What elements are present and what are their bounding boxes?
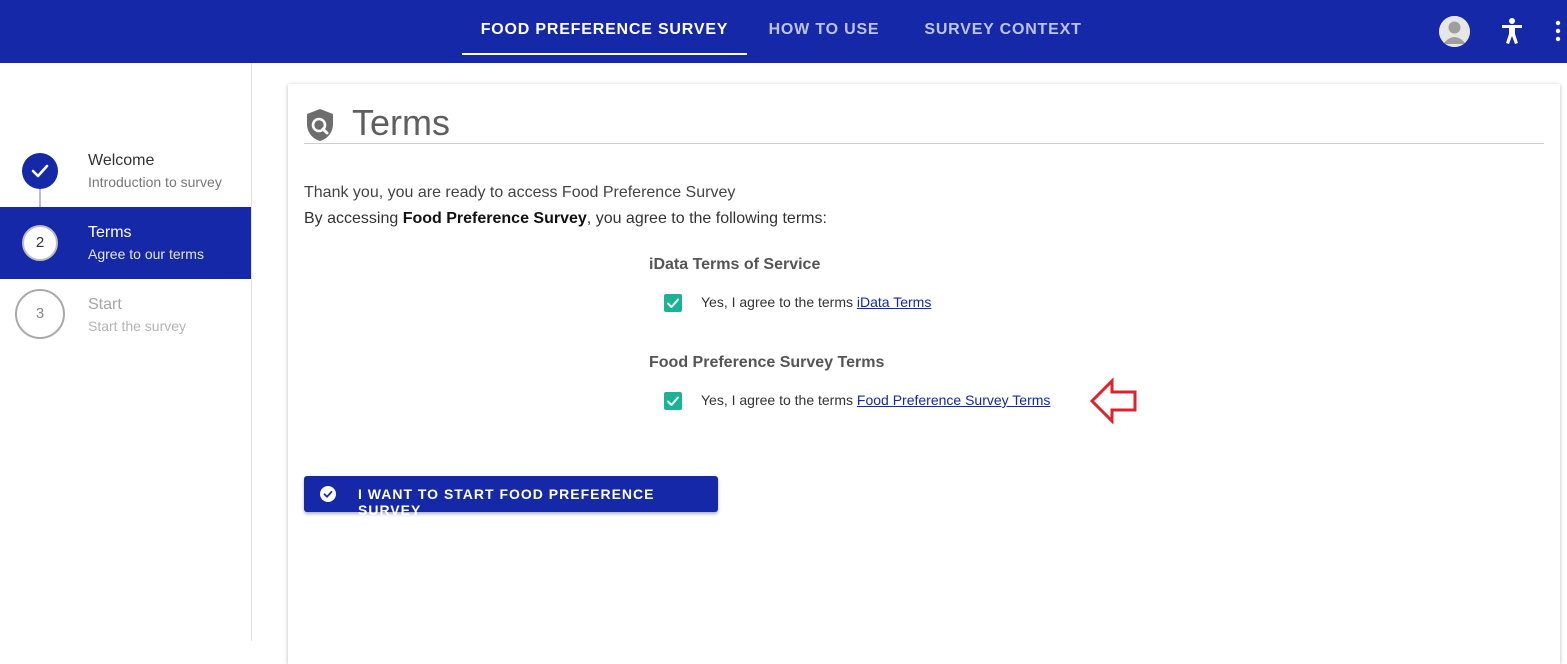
page-title: Terms: [352, 102, 450, 143]
tab-label: FOOD PREFERENCE SURVEY: [480, 21, 729, 38]
survey-name: Food Preference Survey: [402, 210, 587, 227]
tab-food-preference-survey[interactable]: FOOD PREFERENCE SURVEY: [462, 0, 747, 63]
idata-terms-link[interactable]: iData Terms: [857, 294, 931, 310]
active-tab-indicator: [462, 53, 747, 55]
agreement-prefix: By accessing: [304, 210, 403, 227]
checkbox-label-text: Yes, I agree to the terms: [701, 294, 857, 310]
stepper-sidebar: Welcome Introduction to survey 2 Terms A…: [0, 63, 252, 641]
tab-how-to-use[interactable]: HOW TO USE: [758, 0, 890, 63]
check-circle-icon: [320, 486, 336, 502]
checkbox-label-text: Yes, I agree to the terms: [701, 392, 857, 408]
step-subtitle: Start the survey: [88, 318, 187, 334]
accessibility-icon[interactable]: [1499, 17, 1525, 45]
survey-terms-checkbox[interactable]: [664, 392, 682, 410]
start-survey-button[interactable]: I WANT TO START FOOD PREFERENCE SURVEY: [304, 476, 718, 518]
survey-terms-link[interactable]: Food Preference Survey Terms: [857, 392, 1051, 408]
start-button-label: I WANT TO START FOOD PREFERENCE SURVEY: [358, 486, 655, 518]
step-welcome[interactable]: Welcome Introduction to survey: [0, 135, 251, 207]
idata-terms-checkbox[interactable]: [664, 294, 682, 312]
check-icon: [22, 153, 58, 189]
step-title: Start: [88, 296, 122, 313]
step-number: 2: [22, 225, 58, 261]
step-subtitle: Introduction to survey: [88, 174, 222, 190]
top-app-bar: FOOD PREFERENCE SURVEY HOW TO USE SURVEY…: [0, 0, 1567, 63]
check-icon: [667, 396, 679, 406]
shield-search-icon: [305, 108, 335, 142]
section-title-idata: iData Terms of Service: [649, 256, 821, 273]
section-title-survey: Food Preference Survey Terms: [649, 354, 885, 371]
tab-label: HOW TO USE: [768, 21, 880, 38]
idata-terms-label: Yes, I agree to the terms iData Terms: [701, 294, 931, 310]
check-icon: [667, 298, 679, 308]
avatar-icon[interactable]: [1439, 16, 1470, 47]
step-terms[interactable]: 2 Terms Agree to our terms: [0, 207, 251, 279]
step-title: Terms: [88, 224, 132, 241]
agreement-suffix: , you agree to the following terms:: [586, 210, 827, 227]
title-divider: [304, 143, 1544, 144]
step-start[interactable]: 3 Start Start the survey: [0, 279, 251, 351]
more-vert-icon[interactable]: [1553, 20, 1563, 42]
survey-terms-label: Yes, I agree to the terms Food Preferenc…: [701, 392, 1050, 408]
left-arrow-icon: [1089, 377, 1137, 425]
tab-survey-context[interactable]: SURVEY CONTEXT: [910, 0, 1096, 63]
intro-text: Thank you, you are ready to access Food …: [304, 184, 736, 201]
terms-card: Terms Thank you, you are ready to access…: [288, 84, 1560, 664]
step-title: Welcome: [88, 152, 155, 169]
step-number: 3: [15, 289, 65, 339]
step-subtitle: Agree to our terms: [88, 246, 204, 262]
agreement-text: By accessing Food Preference Survey, you…: [304, 210, 827, 228]
tab-label: SURVEY CONTEXT: [924, 21, 1082, 38]
